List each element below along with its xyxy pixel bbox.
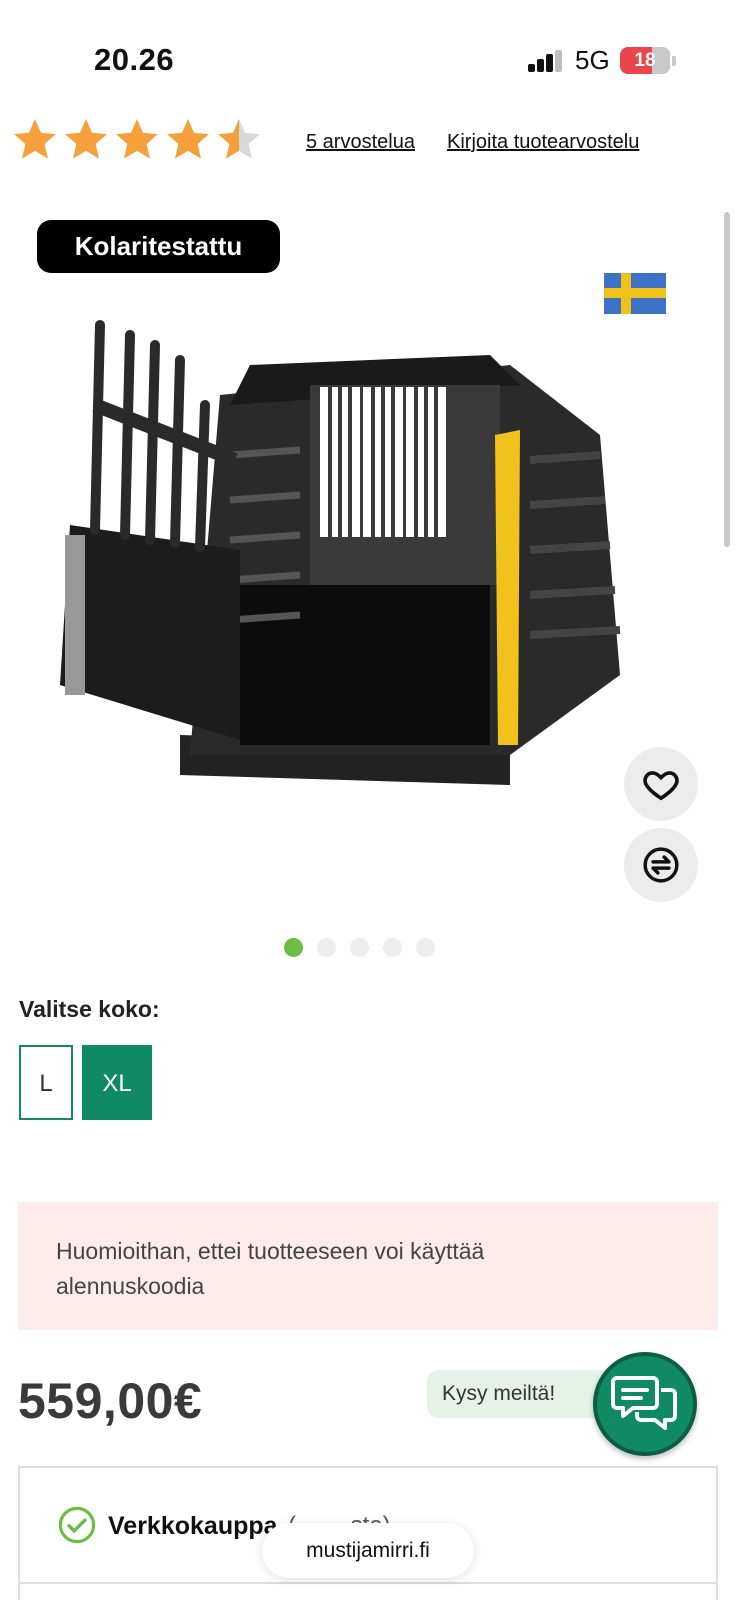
notice-text: Huomioithan, ettei tuotteeseen voi käytt… <box>56 1238 485 1299</box>
battery-level: 18 <box>634 50 656 71</box>
size-label: Valitse koko: <box>19 996 160 1022</box>
chat-button[interactable] <box>593 1352 697 1456</box>
reviews-link[interactable]: 5 arvostelua <box>306 131 415 154</box>
battery-icon: 18 <box>620 47 670 74</box>
stock-label: Verkkokauppa <box>108 1512 278 1540</box>
sweden-flag-icon <box>604 273 666 314</box>
network-type: 5G <box>575 45 610 75</box>
signal-icon <box>528 50 564 72</box>
write-review-link[interactable]: Kirjoita tuotearvostelu <box>447 131 639 154</box>
compare-icon <box>643 847 679 883</box>
chat-prompt[interactable]: Kysy meiltä! <box>427 1370 617 1418</box>
scrollbar[interactable] <box>724 212 730 547</box>
check-icon <box>58 1506 96 1544</box>
carousel-dot[interactable] <box>383 938 402 957</box>
carousel-dot[interactable] <box>284 938 303 957</box>
carousel-dot[interactable] <box>416 938 435 957</box>
compare-button[interactable] <box>624 828 698 902</box>
crash-tested-badge: Kolaritestattu <box>37 220 280 273</box>
size-option-l[interactable]: L <box>19 1045 73 1120</box>
size-option-xl[interactable]: XL <box>82 1045 152 1120</box>
star-icon <box>218 119 260 159</box>
star-icon <box>65 119 107 159</box>
status-bar: 20.26 5G 18 <box>0 0 736 110</box>
chat-icon <box>611 1376 677 1430</box>
dog-crate-image[interactable] <box>40 315 660 835</box>
rating-row: 5 arvostelua Kirjoita tuotearvostelu <box>10 115 726 175</box>
carousel-dot[interactable] <box>350 938 369 957</box>
discount-notice: Huomioithan, ettei tuotteeseen voi käytt… <box>18 1202 718 1330</box>
heart-icon <box>643 771 679 801</box>
browser-url-bar[interactable]: mustijamirri.fi <box>262 1523 474 1578</box>
favorite-button[interactable] <box>624 747 698 821</box>
star-icon <box>14 119 56 159</box>
carousel-dot[interactable] <box>317 938 336 957</box>
status-time: 20.26 <box>94 42 175 77</box>
price: 559,00€ <box>18 1373 203 1429</box>
star-icon <box>116 119 158 159</box>
star-icon <box>167 119 209 159</box>
